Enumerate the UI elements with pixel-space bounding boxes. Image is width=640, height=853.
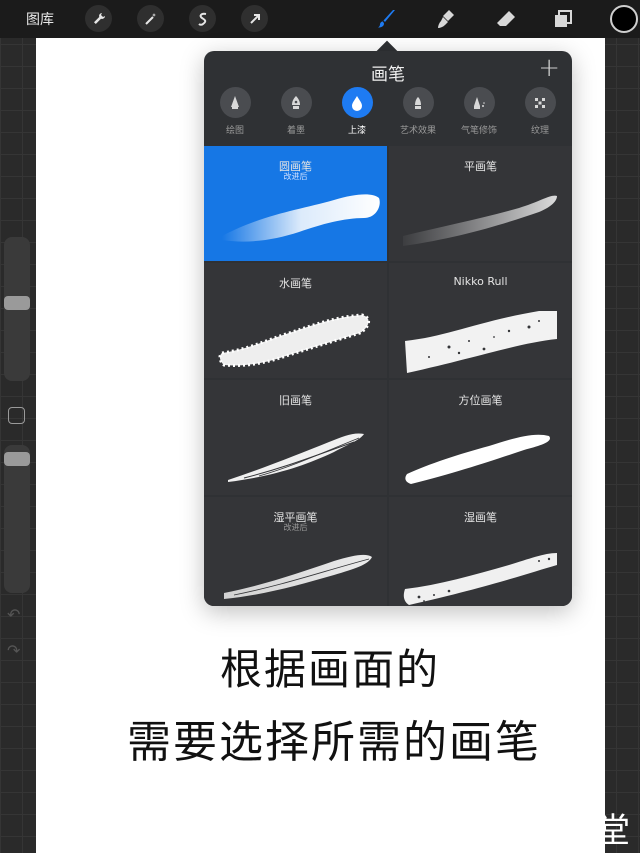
brush-name: Nikko Rull	[453, 275, 508, 288]
art-pen-icon	[415, 96, 421, 109]
panel-title: 画笔	[371, 65, 405, 85]
brush-name: 水画笔	[279, 277, 312, 290]
brush-size-handle[interactable]	[4, 295, 30, 310]
texture-icon	[535, 97, 545, 108]
category-inking[interactable]: 着墨	[265, 87, 327, 136]
opacity-slider[interactable]	[4, 445, 30, 593]
watermark: 堂	[596, 811, 630, 851]
brush-item-nikko-rull[interactable]: Nikko Rull	[389, 263, 572, 378]
add-brush-button[interactable]: +	[538, 53, 560, 83]
brush-item-flat[interactable]: 平画笔	[389, 146, 572, 261]
category-painting[interactable]: 上漆	[326, 87, 388, 136]
brush-stroke-preview	[224, 554, 372, 599]
paint-drop-icon	[352, 95, 362, 111]
brush-stroke-preview	[222, 194, 380, 242]
left-sidebar: ↶ ↷	[0, 225, 36, 685]
color-swatch[interactable]	[610, 5, 638, 33]
caption-line-1: 根据画面的	[219, 645, 440, 694]
category-label: 气笔修饰	[460, 126, 497, 136]
category-artistic[interactable]: 艺术效果	[387, 87, 449, 136]
brush-stroke-preview	[405, 311, 557, 373]
brush-name: 平画笔	[464, 160, 497, 173]
pencil-nib-icon	[231, 95, 239, 109]
caption-line-2: 需要选择所需的画笔	[127, 717, 541, 768]
brush-stroke-preview	[228, 433, 364, 482]
magic-wand-icon[interactable]	[137, 5, 164, 32]
brush-item-bearing[interactable]: 方位画笔	[389, 380, 572, 495]
category-label: 上漆	[347, 126, 366, 136]
undo-icon[interactable]: ↶	[7, 605, 20, 624]
layers-icon[interactable]	[550, 6, 576, 32]
brush-stroke-preview	[405, 434, 550, 484]
brush-item-wet-flat[interactable]: 湿平画笔 改进后	[204, 497, 387, 606]
brush-library-panel: 画笔 + 绘图 着墨 上漆 艺术效果 气笔修饰 纹理 圆画笔 改进后 平画笔 水…	[204, 51, 572, 606]
smudge-icon[interactable]	[434, 6, 460, 32]
category-label: 纹理	[530, 126, 549, 136]
opacity-handle[interactable]	[4, 451, 30, 466]
brush-item-old[interactable]: 旧画笔	[204, 380, 387, 495]
brush-item-round[interactable]: 圆画笔 改进后	[204, 146, 387, 261]
category-textures[interactable]: 纹理	[509, 87, 571, 136]
ink-pen-icon	[292, 95, 300, 109]
brush-name: 旧画笔	[279, 394, 312, 407]
brush-icon[interactable]	[374, 6, 400, 32]
category-label: 艺术效果	[399, 126, 436, 136]
eraser-icon[interactable]	[493, 6, 519, 32]
gallery-link[interactable]: 图库	[26, 9, 54, 29]
category-sketching[interactable]: 绘图	[204, 87, 266, 136]
top-toolbar: 图库	[0, 0, 640, 38]
brush-name: 湿画笔	[464, 511, 497, 524]
transform-arrow-icon[interactable]	[241, 5, 268, 32]
brush-stroke-preview	[218, 313, 370, 367]
selection-icon[interactable]	[189, 5, 216, 32]
wrench-icon[interactable]	[85, 5, 112, 32]
category-airbrushing[interactable]: 气笔修饰	[448, 87, 510, 136]
brush-stroke-preview	[403, 553, 557, 605]
brush-grid: 圆画笔 改进后 平画笔 水画笔 Nikko Rull 旧画笔 方位画笔 湿平画笔…	[204, 146, 572, 606]
category-label: 着墨	[286, 126, 305, 136]
category-label: 绘图	[225, 126, 244, 136]
brush-category-bar: 绘图 着墨 上漆 艺术效果 气笔修饰 纹理	[204, 87, 572, 143]
brush-stroke-preview	[403, 195, 557, 246]
airbrush-icon	[474, 96, 485, 109]
brush-name: 方位画笔	[458, 394, 503, 407]
modify-button[interactable]	[8, 407, 25, 424]
brush-item-wet[interactable]: 湿画笔	[389, 497, 572, 606]
brush-item-water[interactable]: 水画笔	[204, 263, 387, 378]
